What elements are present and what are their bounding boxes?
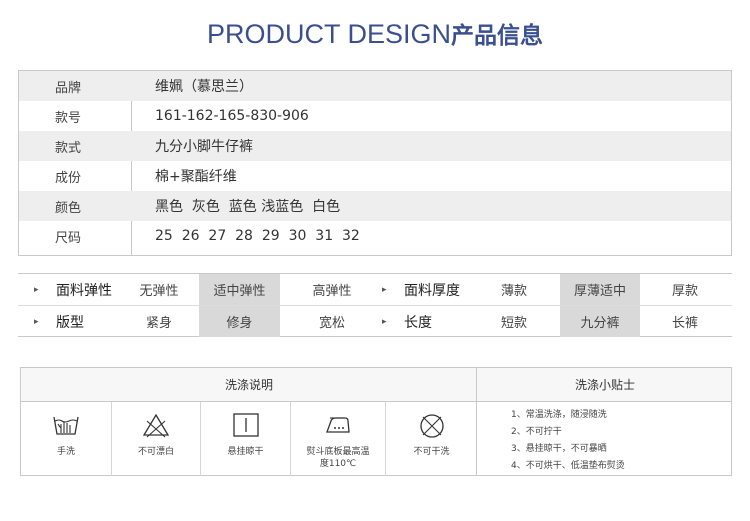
wash-tips-list: 1、常温洗涤，随浸随洗 2、不可拧干 3、悬挂晾干，不可暴晒 4、不可烘干、低温… (477, 402, 733, 476)
attribute-option-selected: 适中弹性 (199, 274, 280, 305)
spec-row: 款号 161-162-165-830-906 (19, 101, 731, 131)
wash-tip: 3、悬挂晾干，不可暴晒 (511, 444, 607, 454)
wash-icon-label: 不可干洗 (413, 447, 450, 457)
wash-tips-heading: 洗涤小贴士 (574, 378, 635, 392)
spec-key: 尺码 (55, 230, 82, 246)
attribute-name: 面料厚度 (404, 282, 460, 299)
spec-key: 款号 (55, 110, 82, 126)
attribute-option: 厚款 (671, 284, 698, 299)
attribute-option: 长裤 (671, 316, 698, 331)
wash-care-panel: 洗涤说明 洗涤小贴士 手洗 不可漂白 悬挂晾干 熨斗底板最高温度110℃ 不可干… (20, 367, 732, 476)
attribute-grid: ▸ 面料弹性 无弹性 适中弹性 高弹性 ▸ 面料厚度 薄款 厚薄适中 厚款 ▸ … (18, 273, 732, 337)
arrow-icon: ▸ (34, 316, 39, 327)
spec-value: 25 26 27 28 29 30 31 32 (155, 228, 360, 244)
title-english: PRODUCT DESIGN (206, 19, 452, 49)
wash-instructions-heading: 洗涤说明 (224, 378, 273, 392)
spec-key: 品牌 (55, 80, 82, 96)
spec-row: 成份 棉+聚酯纤维 (19, 161, 731, 191)
arrow-icon: ▸ (382, 284, 387, 295)
title-chinese: 产品信息 (451, 23, 544, 49)
wash-icon-label: 悬挂晾干 (227, 447, 264, 457)
no-dry-clean-icon (419, 414, 444, 438)
spec-value: 九分小脚牛仔裤 (155, 139, 253, 155)
attribute-row: ▸ 面料弹性 无弹性 适中弹性 高弹性 ▸ 面料厚度 薄款 厚薄适中 厚款 (18, 274, 732, 306)
spec-key: 成份 (55, 170, 82, 186)
wash-icon-label: 手洗 (56, 447, 75, 457)
wash-header: 洗涤说明 洗涤小贴士 (21, 368, 731, 402)
wash-icon-cell: 不可漂白 (112, 402, 201, 476)
attribute-option-selected: 修身 (199, 306, 280, 337)
wash-tip: 2、不可拧干 (511, 427, 562, 437)
spec-table: 品牌 维姵（慕思兰） 款号 161-162-165-830-906 款式 九分小… (18, 70, 732, 256)
wash-tip: 1、常温洗涤，随浸随洗 (511, 410, 607, 420)
attribute-option: 无弹性 (139, 284, 179, 299)
arrow-icon: ▸ (382, 316, 387, 327)
spec-row: 尺码 25 26 27 28 29 30 31 32 (19, 221, 731, 251)
spec-key: 款式 (55, 140, 82, 156)
spec-row: 颜色 黑色 灰色 蓝色 浅蓝色 白色 (19, 191, 731, 221)
arrow-icon: ▸ (34, 284, 39, 295)
attribute-option: 高弹性 (312, 284, 352, 299)
wash-icon-cell: 手洗 (21, 402, 112, 476)
attribute-name: 长度 (404, 314, 432, 331)
attribute-option: 宽松 (318, 316, 345, 331)
spec-value: 维姵（慕思兰） (155, 79, 253, 95)
hang-dry-icon (232, 413, 259, 437)
attribute-option: 薄款 (500, 284, 527, 299)
attribute-name: 面料弹性 (56, 282, 112, 299)
attribute-option: 紧身 (145, 316, 172, 331)
wash-icon-cell: 不可干洗 (386, 402, 477, 476)
attribute-option-selected: 九分裤 (560, 306, 640, 337)
attribute-option-selected: 厚薄适中 (560, 274, 640, 305)
wash-icon-cell: 熨斗底板最高温度110℃ (291, 402, 386, 476)
wash-icon-label: 不可漂白 (137, 447, 174, 457)
hand-wash-icon (53, 416, 79, 435)
spec-value: 棉+聚酯纤维 (155, 169, 237, 185)
spec-key: 颜色 (55, 200, 82, 216)
attribute-row: ▸ 版型 紧身 修身 宽松 ▸ 长度 短款 九分裤 长裤 (18, 306, 732, 337)
spec-row: 款式 九分小脚牛仔裤 (19, 131, 731, 161)
wash-icon-cell: 悬挂晾干 (201, 402, 291, 476)
wash-tip: 4、不可烘干、低温垫布熨烫 (511, 461, 625, 471)
spec-row: 品牌 维姵（慕思兰） (19, 71, 731, 101)
spec-value: 黑色 灰色 蓝色 浅蓝色 白色 (155, 199, 341, 215)
wash-icon-label: 熨斗底板最高温度110℃ (306, 447, 370, 469)
no-bleach-icon (142, 413, 170, 438)
page-title: PRODUCT DESIGN产品信息 (0, 16, 750, 52)
attribute-option: 短款 (500, 316, 527, 331)
wash-icons: 手洗 不可漂白 悬挂晾干 熨斗底板最高温度110℃ 不可干洗 (21, 402, 477, 476)
attribute-name: 版型 (56, 314, 84, 331)
spec-value: 161-162-165-830-906 (155, 108, 309, 124)
iron-icon (326, 417, 350, 433)
